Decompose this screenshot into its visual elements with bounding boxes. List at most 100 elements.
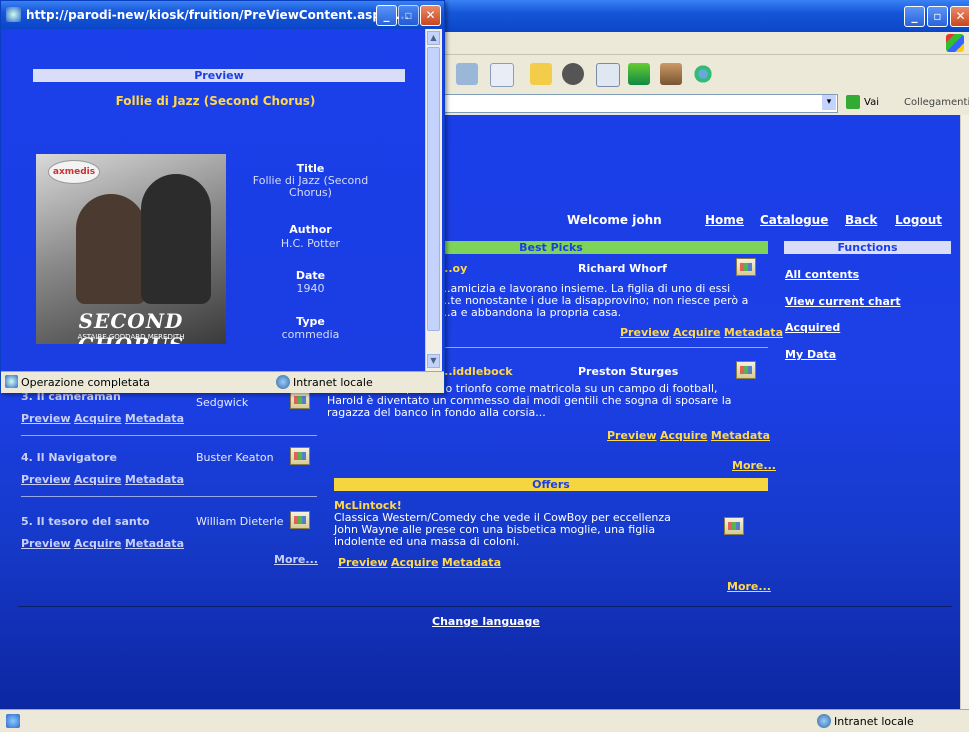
function-all-contents-link[interactable]: All contents — [785, 268, 859, 281]
metadata-link[interactable]: Metadata — [125, 412, 184, 425]
links-label[interactable]: Collegamenti — [904, 97, 969, 108]
messenger-icon[interactable] — [692, 63, 714, 85]
stop-icon[interactable] — [562, 63, 584, 85]
tools-icon[interactable] — [628, 63, 650, 85]
folder-icon[interactable] — [530, 63, 552, 85]
acquire-link[interactable]: Acquire — [673, 326, 720, 339]
page-icon[interactable] — [596, 63, 620, 87]
address-dropdown-icon[interactable]: ▾ — [822, 95, 836, 110]
welcome-text: Welcome john — [567, 213, 662, 227]
windows-logo-icon — [946, 34, 964, 52]
cover-credits: ASTAIRE GODDARD MEREDITH — [77, 333, 185, 341]
left-list-item-5-actions: Preview Acquire Metadata — [21, 537, 184, 550]
page-scrollbar[interactable] — [960, 115, 969, 709]
function-acquired-link[interactable]: Acquired — [785, 321, 840, 334]
left-list-item-5-author: William Dieterle — [196, 515, 284, 528]
preview-link[interactable]: Preview — [607, 429, 657, 442]
edit-word-icon[interactable] — [490, 63, 514, 87]
content-type-icon[interactable] — [736, 361, 756, 379]
content-type-icon[interactable] — [290, 511, 310, 529]
axmedis-logo: axmedis — [48, 160, 100, 184]
field-type-label: Type — [296, 315, 325, 328]
nav-home-link[interactable]: Home — [705, 213, 744, 227]
field-author-label: Author — [289, 223, 332, 236]
ie-page-icon — [6, 7, 21, 22]
metadata-link[interactable]: Metadata — [125, 473, 184, 486]
cover-figure-woman — [76, 194, 146, 304]
left-list-item-5-title[interactable]: 5. Il tesoro del santo — [21, 515, 150, 528]
left-list-item-4-actions: Preview Acquire Metadata — [21, 473, 184, 486]
scroll-down-icon[interactable]: ▼ — [427, 354, 440, 368]
divider — [21, 435, 317, 436]
popup-minimize-button[interactable]: _ — [376, 5, 397, 26]
metadata-link[interactable]: Metadata — [711, 429, 770, 442]
divider — [21, 496, 317, 497]
acquire-link[interactable]: Acquire — [74, 473, 121, 486]
go-button-label[interactable]: Vai — [864, 97, 879, 108]
preview-content-title: Follie di Jazz (Second Chorus) — [115, 94, 316, 108]
popup-titlebar: http://parodi-new/kiosk/fruition/PreView… — [1, 1, 444, 29]
scroll-thumb[interactable] — [427, 47, 440, 331]
preview-popup-window: http://parodi-new/kiosk/fruition/PreView… — [0, 0, 445, 393]
preview-link[interactable]: Preview — [21, 473, 71, 486]
content-type-icon[interactable] — [736, 258, 756, 276]
nav-back-link[interactable]: Back — [845, 213, 877, 227]
left-list-more-link[interactable]: More... — [274, 553, 318, 566]
metadata-link[interactable]: Metadata — [125, 537, 184, 550]
offers-more-link[interactable]: More... — [727, 580, 771, 593]
go-arrow-icon[interactable] — [846, 95, 860, 109]
function-my-data-link[interactable]: My Data — [785, 348, 836, 361]
maximize-button[interactable]: ▫ — [927, 6, 948, 27]
print-icon[interactable] — [456, 63, 478, 85]
best-pick-2-actions: Preview Acquire Metadata — [607, 429, 770, 442]
best-pick-1-actions: Preview Acquire Metadata — [620, 326, 783, 339]
offer-description: Classica Western/Comedy che vede il CowB… — [334, 511, 671, 548]
footer-divider — [18, 606, 952, 607]
popup-content: Preview Follie di Jazz (Second Chorus) a… — [6, 29, 425, 371]
preview-link[interactable]: Preview — [21, 412, 71, 425]
offers-header: Offers — [334, 478, 768, 491]
best-picks-more-link[interactable]: More... — [732, 459, 776, 472]
popup-maximize-button[interactable]: ▫ — [398, 5, 419, 26]
preview-link[interactable]: Preview — [338, 556, 388, 569]
function-view-current-chart-link[interactable]: View current chart — [785, 295, 901, 308]
content-type-icon[interactable] — [724, 517, 744, 535]
acquire-link[interactable]: Acquire — [74, 537, 121, 550]
field-author-value: H.C. Potter — [280, 237, 341, 250]
popup-scrollbar[interactable]: ▲ ▼ — [425, 29, 442, 371]
cover-figure-man — [141, 174, 211, 304]
preview-link[interactable]: Preview — [21, 537, 71, 550]
nav-logout-link[interactable]: Logout — [895, 213, 942, 227]
intranet-zone-icon — [817, 714, 831, 728]
metadata-link[interactable]: Metadata — [442, 556, 501, 569]
popup-zone-text: Intranet locale — [293, 376, 373, 389]
field-date-value: 1940 — [296, 282, 325, 295]
functions-header: Functions — [784, 241, 951, 254]
books-icon[interactable] — [660, 63, 682, 85]
left-list-item-4-author: Buster Keaton — [196, 451, 274, 464]
acquire-link[interactable]: Acquire — [391, 556, 438, 569]
content-type-icon[interactable] — [290, 447, 310, 465]
nav-catalogue-link[interactable]: Catalogue — [760, 213, 828, 227]
scroll-up-icon[interactable]: ▲ — [427, 31, 440, 45]
preview-link[interactable]: Preview — [620, 326, 670, 339]
main-status-bar: Intranet locale — [0, 709, 969, 732]
best-pick-2-title[interactable]: ...iddlebock — [440, 365, 513, 378]
divider — [440, 347, 768, 348]
change-language-link[interactable]: Change language — [432, 615, 540, 628]
field-date-label: Date — [295, 269, 326, 282]
address-input[interactable] — [440, 94, 838, 113]
close-button[interactable]: ✕ — [950, 6, 969, 27]
field-title-value: Follie di Jazz (Second Chorus) — [252, 174, 369, 199]
minimize-button[interactable]: _ — [904, 6, 925, 27]
metadata-link[interactable]: Metadata — [724, 326, 783, 339]
best-pick-1-description: ...amicizia e lavorano insieme. La figli… — [440, 282, 749, 319]
best-pick-1-author: Richard Whorf — [578, 262, 667, 275]
best-pick-2-author: Preston Sturges — [578, 365, 679, 378]
popup-close-button[interactable]: ✕ — [420, 5, 441, 26]
popup-title-text: http://parodi-new/kiosk/fruition/PreView… — [26, 8, 410, 22]
acquire-link[interactable]: Acquire — [660, 429, 707, 442]
left-list-item-4-title[interactable]: 4. Il Navigatore — [21, 451, 117, 464]
acquire-link[interactable]: Acquire — [74, 412, 121, 425]
content-type-icon[interactable] — [290, 391, 310, 409]
